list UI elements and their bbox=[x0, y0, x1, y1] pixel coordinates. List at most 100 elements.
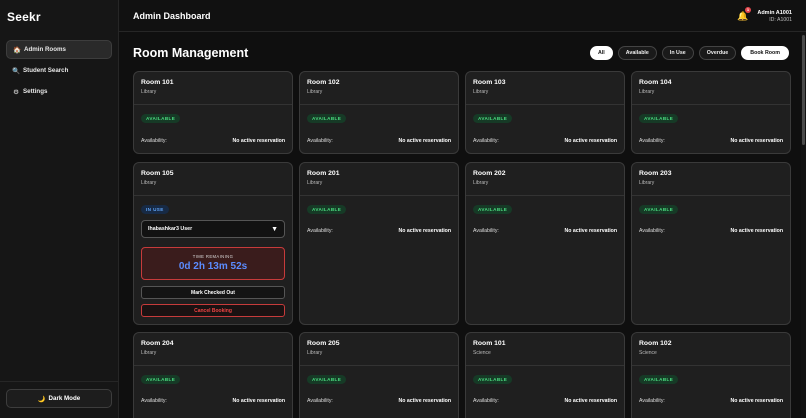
room-name: Room 102 bbox=[307, 79, 340, 86]
status-badge: AVAILABLE bbox=[307, 205, 347, 214]
admin-name: Admin A1001 bbox=[757, 10, 792, 16]
room-card[interactable]: Room 204 Library AVAILABLE Availability:… bbox=[133, 332, 293, 418]
availability-value: No active reservation bbox=[730, 228, 783, 234]
availability-value: No active reservation bbox=[398, 398, 451, 404]
availability-value: No active reservation bbox=[564, 138, 617, 144]
mark-checked-out-button[interactable]: Mark Checked Out bbox=[141, 286, 285, 299]
room-card-header: Room 102 Library bbox=[300, 72, 458, 105]
filter-overdue[interactable]: Overdue bbox=[698, 46, 737, 60]
room-name: Room 205 bbox=[307, 340, 340, 347]
dark-mode-button[interactable]: 🌙 Dark Mode bbox=[6, 389, 112, 408]
sidebar-item-label: Admin Rooms bbox=[24, 46, 66, 53]
time-remaining-box: TIME REMAINING 0d 2h 13m 52s bbox=[141, 247, 285, 280]
room-card-header: Room 203 Library bbox=[632, 163, 790, 196]
availability-label: Availability: bbox=[473, 398, 499, 404]
availability-value: No active reservation bbox=[564, 228, 617, 234]
room-location: Library bbox=[307, 180, 323, 186]
availability-row: Availability: No active reservation bbox=[141, 138, 285, 144]
status-badge: AVAILABLE bbox=[639, 375, 679, 384]
room-card-header: Room 102 Science bbox=[632, 333, 790, 366]
availability-value: No active reservation bbox=[564, 398, 617, 404]
search-icon: 🔍 bbox=[12, 67, 21, 75]
room-card-header: Room 201 Library bbox=[300, 163, 458, 196]
availability-value: No active reservation bbox=[232, 138, 285, 144]
status-badge: AVAILABLE bbox=[473, 375, 513, 384]
availability-row: Availability: No active reservation bbox=[307, 138, 451, 144]
filter-bar: All Available In Use Overdue Book Room bbox=[590, 46, 789, 60]
room-location: Science bbox=[473, 350, 491, 356]
availability-value: No active reservation bbox=[398, 228, 451, 234]
dark-mode-label: Dark Mode bbox=[48, 395, 81, 402]
status-badge: AVAILABLE bbox=[307, 375, 347, 384]
availability-label: Availability: bbox=[307, 228, 333, 234]
time-remaining-label: TIME REMAINING bbox=[192, 254, 234, 259]
availability-row: Availability: No active reservation bbox=[473, 228, 617, 234]
availability-row: Availability: No active reservation bbox=[141, 398, 285, 404]
book-room-button[interactable]: Book Room bbox=[741, 46, 789, 60]
room-card[interactable]: Room 202 Library AVAILABLE Availability:… bbox=[465, 162, 625, 325]
room-card-header: Room 202 Library bbox=[466, 163, 624, 196]
room-card[interactable]: Room 201 Library AVAILABLE Availability:… bbox=[299, 162, 459, 325]
gear-icon: ⚙ bbox=[13, 88, 19, 96]
sidebar-item-label: Settings bbox=[23, 88, 48, 95]
filter-in-use[interactable]: In Use bbox=[661, 46, 694, 60]
room-location: Library bbox=[307, 350, 323, 356]
availability-label: Availability: bbox=[473, 228, 499, 234]
room-card[interactable]: Room 205 Library AVAILABLE Availability:… bbox=[299, 332, 459, 418]
availability-row: Availability: No active reservation bbox=[473, 138, 617, 144]
admin-id: ID: A1001 bbox=[769, 17, 792, 23]
status-badge: AVAILABLE bbox=[639, 205, 679, 214]
room-name: Room 203 bbox=[639, 170, 672, 177]
room-location: Library bbox=[639, 89, 655, 95]
room-name: Room 104 bbox=[639, 79, 672, 86]
room-card-header: Room 105 Library bbox=[134, 163, 292, 196]
room-card-header: Room 104 Library bbox=[632, 72, 790, 105]
room-name: Room 101 bbox=[473, 340, 506, 347]
sidebar-item-settings[interactable]: ⚙ Settings bbox=[6, 82, 112, 101]
room-location: Library bbox=[141, 350, 157, 356]
room-name: Room 201 bbox=[307, 170, 340, 177]
room-card-in-use[interactable]: Room 105 Library IN USE lhabashkar3 User… bbox=[133, 162, 293, 325]
availability-row: Availability: No active reservation bbox=[639, 228, 783, 234]
status-badge: AVAILABLE bbox=[473, 205, 513, 214]
status-badge: AVAILABLE bbox=[307, 114, 347, 123]
room-card-header: Room 103 Library bbox=[466, 72, 624, 105]
status-badge: AVAILABLE bbox=[639, 114, 679, 123]
room-name: Room 204 bbox=[141, 340, 174, 347]
availability-value: No active reservation bbox=[730, 138, 783, 144]
room-name: Room 202 bbox=[473, 170, 506, 177]
room-grid: Room 101 Library AVAILABLE Availability:… bbox=[133, 71, 793, 418]
room-name: Room 101 bbox=[141, 79, 174, 86]
availability-label: Availability: bbox=[307, 398, 333, 404]
room-card[interactable]: Room 102 Library AVAILABLE Availability:… bbox=[299, 71, 459, 154]
room-location: Library bbox=[639, 180, 655, 186]
room-name: Room 105 bbox=[141, 170, 174, 177]
filter-available[interactable]: Available bbox=[617, 46, 657, 60]
availability-value: No active reservation bbox=[398, 138, 451, 144]
room-card[interactable]: Room 101 Science AVAILABLE Availability:… bbox=[465, 332, 625, 418]
filter-all[interactable]: All bbox=[590, 46, 613, 60]
availability-row: Availability: No active reservation bbox=[473, 398, 617, 404]
cancel-booking-button[interactable]: Cancel Booking bbox=[141, 304, 285, 317]
availability-row: Availability: No active reservation bbox=[639, 398, 783, 404]
room-name: Room 102 bbox=[639, 340, 672, 347]
room-location: Library bbox=[141, 89, 157, 95]
sidebar-item-label: Student Search bbox=[23, 67, 69, 74]
room-card[interactable]: Room 104 Library AVAILABLE Availability:… bbox=[631, 71, 791, 154]
room-card-header: Room 205 Library bbox=[300, 333, 458, 366]
room-card[interactable]: Room 103 Library AVAILABLE Availability:… bbox=[465, 71, 625, 154]
room-location: Library bbox=[473, 180, 489, 186]
room-card[interactable]: Room 203 Library AVAILABLE Availability:… bbox=[631, 162, 791, 325]
room-card[interactable]: Room 102 Science AVAILABLE Availability:… bbox=[631, 332, 791, 418]
availability-label: Availability: bbox=[639, 228, 665, 234]
user-select[interactable]: lhabashkar3 User ▼ bbox=[141, 220, 285, 238]
room-card[interactable]: Room 101 Library AVAILABLE Availability:… bbox=[133, 71, 293, 154]
availability-label: Availability: bbox=[307, 138, 333, 144]
status-badge: IN USE bbox=[141, 205, 169, 214]
availability-label: Availability: bbox=[141, 138, 167, 144]
sidebar-item-student-search[interactable]: 🔍 Student Search bbox=[6, 61, 112, 80]
sidebar-item-admin-rooms[interactable]: 🏠 Admin Rooms bbox=[6, 40, 112, 59]
status-badge: AVAILABLE bbox=[473, 114, 513, 123]
scrollbar-thumb[interactable] bbox=[802, 35, 805, 145]
time-remaining-value: 0d 2h 13m 52s bbox=[178, 261, 248, 272]
